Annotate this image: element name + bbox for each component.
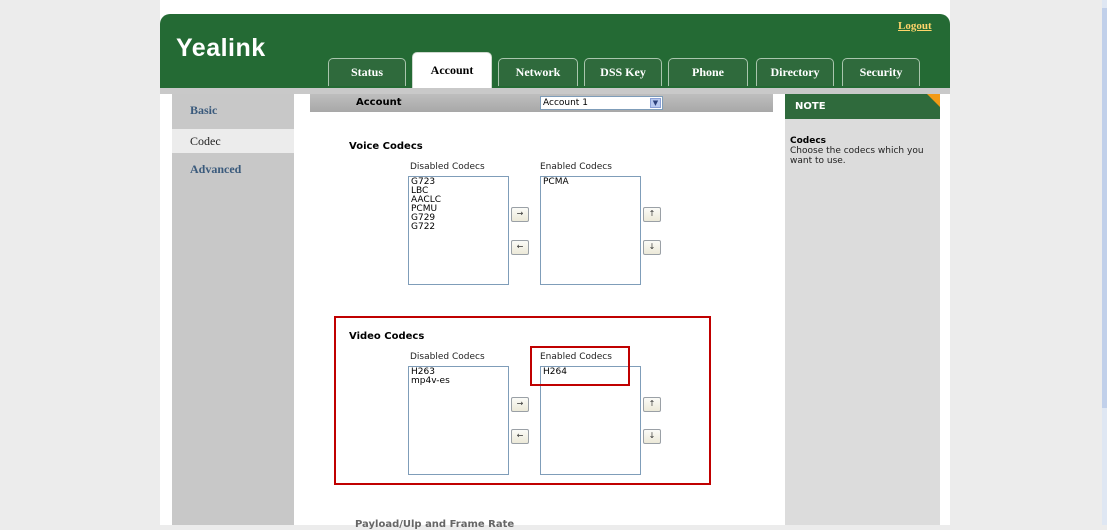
note-panel — [785, 119, 940, 525]
note-title: Codecs — [790, 136, 827, 146]
tab-directory[interactable]: Directory — [756, 58, 834, 86]
yealink-logo: Yealink — [176, 34, 266, 62]
voice-disable-arrow-button[interactable]: ← — [511, 240, 529, 255]
note-corner-icon — [927, 94, 940, 107]
note-header: NOTE — [785, 94, 940, 119]
enabled-codecs-highlight — [530, 346, 630, 386]
video-move-down-button[interactable]: ↓ — [643, 429, 661, 444]
sidebar-item-codec[interactable]: Codec — [172, 129, 294, 153]
voice-move-down-button[interactable]: ↓ — [643, 240, 661, 255]
video-codecs-title: Video Codecs — [349, 331, 425, 342]
account-select-value: Account 1 — [543, 98, 588, 108]
sidebar-item-advanced[interactable]: Advanced — [172, 157, 294, 181]
voice-enabled-label: Enabled Codecs — [540, 162, 612, 172]
video-disable-arrow-button[interactable]: ← — [511, 429, 529, 444]
tab-phone[interactable]: Phone — [668, 58, 748, 86]
video-disabled-listbox[interactable]: H263 mp4v-es — [408, 366, 509, 475]
tab-dss-key[interactable]: DSS Key — [584, 58, 662, 86]
logout-link[interactable]: Logout — [898, 20, 932, 32]
voice-enable-arrow-button[interactable]: → — [511, 207, 529, 222]
list-item[interactable]: PCMA — [543, 178, 638, 187]
tab-security[interactable]: Security — [842, 58, 920, 86]
video-disabled-label: Disabled Codecs — [410, 352, 485, 362]
scrollbar-thumb[interactable] — [1102, 8, 1107, 408]
chevron-down-icon[interactable]: ▼ — [650, 98, 661, 108]
voice-move-up-button[interactable]: ↑ — [643, 207, 661, 222]
video-enable-arrow-button[interactable]: → — [511, 397, 529, 412]
tab-status[interactable]: Status — [328, 58, 406, 86]
voice-disabled-listbox[interactable]: G723 LBC AACLC PCMU G729 G722 — [408, 176, 509, 285]
account-select[interactable]: Account 1 ▼ — [540, 96, 663, 110]
account-label: Account — [356, 97, 402, 108]
note-text: Choose the codecs which you want to use. — [790, 146, 924, 166]
list-item[interactable]: mp4v-es — [411, 377, 506, 386]
voice-disabled-label: Disabled Codecs — [410, 162, 485, 172]
sidebar-item-basic[interactable]: Basic — [172, 98, 294, 122]
voice-enabled-listbox[interactable]: PCMA — [540, 176, 641, 285]
video-move-up-button[interactable]: ↑ — [643, 397, 661, 412]
tab-network[interactable]: Network — [498, 58, 578, 86]
voice-codecs-title: Voice Codecs — [349, 141, 423, 152]
list-item[interactable]: G722 — [411, 223, 506, 232]
tab-account[interactable]: Account — [412, 52, 492, 88]
